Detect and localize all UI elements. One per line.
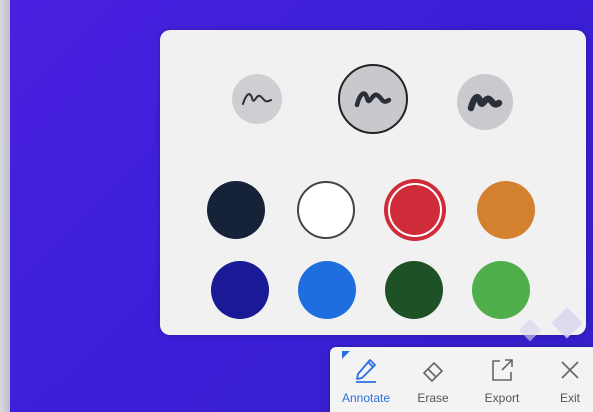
export-icon [487, 355, 517, 385]
pen-size-thick[interactable] [457, 74, 513, 130]
pen-icon [351, 355, 381, 385]
color-swatch-orange[interactable] [477, 181, 535, 239]
color-swatch-red[interactable] [384, 179, 446, 241]
annotation-settings-panel [160, 30, 586, 335]
close-icon [555, 355, 585, 385]
annotate-button[interactable]: Annotate [336, 355, 396, 410]
color-swatch-dark-green[interactable] [385, 261, 443, 319]
color-swatch-dark-blue[interactable] [211, 261, 269, 319]
pen-stroke-thin-icon [242, 93, 272, 105]
exit-button[interactable]: Exit [540, 355, 593, 410]
pen-stroke-medium-icon [354, 91, 392, 108]
color-swatch-white[interactable] [297, 181, 355, 239]
color-swatch-blue[interactable] [298, 261, 356, 319]
annotate-label: Annotate [341, 391, 391, 405]
export-label: Export [484, 391, 520, 405]
display-bezel [0, 0, 10, 412]
exit-label: Exit [559, 391, 580, 405]
erase-button[interactable]: Erase [403, 355, 463, 410]
pen-size-medium[interactable] [338, 64, 408, 134]
eraser-icon [418, 355, 448, 385]
color-swatch-green[interactable] [472, 261, 530, 319]
export-button[interactable]: Export [472, 355, 532, 410]
pen-stroke-thick-icon [467, 93, 503, 112]
erase-label: Erase [417, 391, 449, 405]
pen-size-thin[interactable] [232, 74, 282, 124]
annotation-toolbar: Annotate Erase Export Exit [330, 347, 593, 412]
color-swatch-navy[interactable] [207, 181, 265, 239]
